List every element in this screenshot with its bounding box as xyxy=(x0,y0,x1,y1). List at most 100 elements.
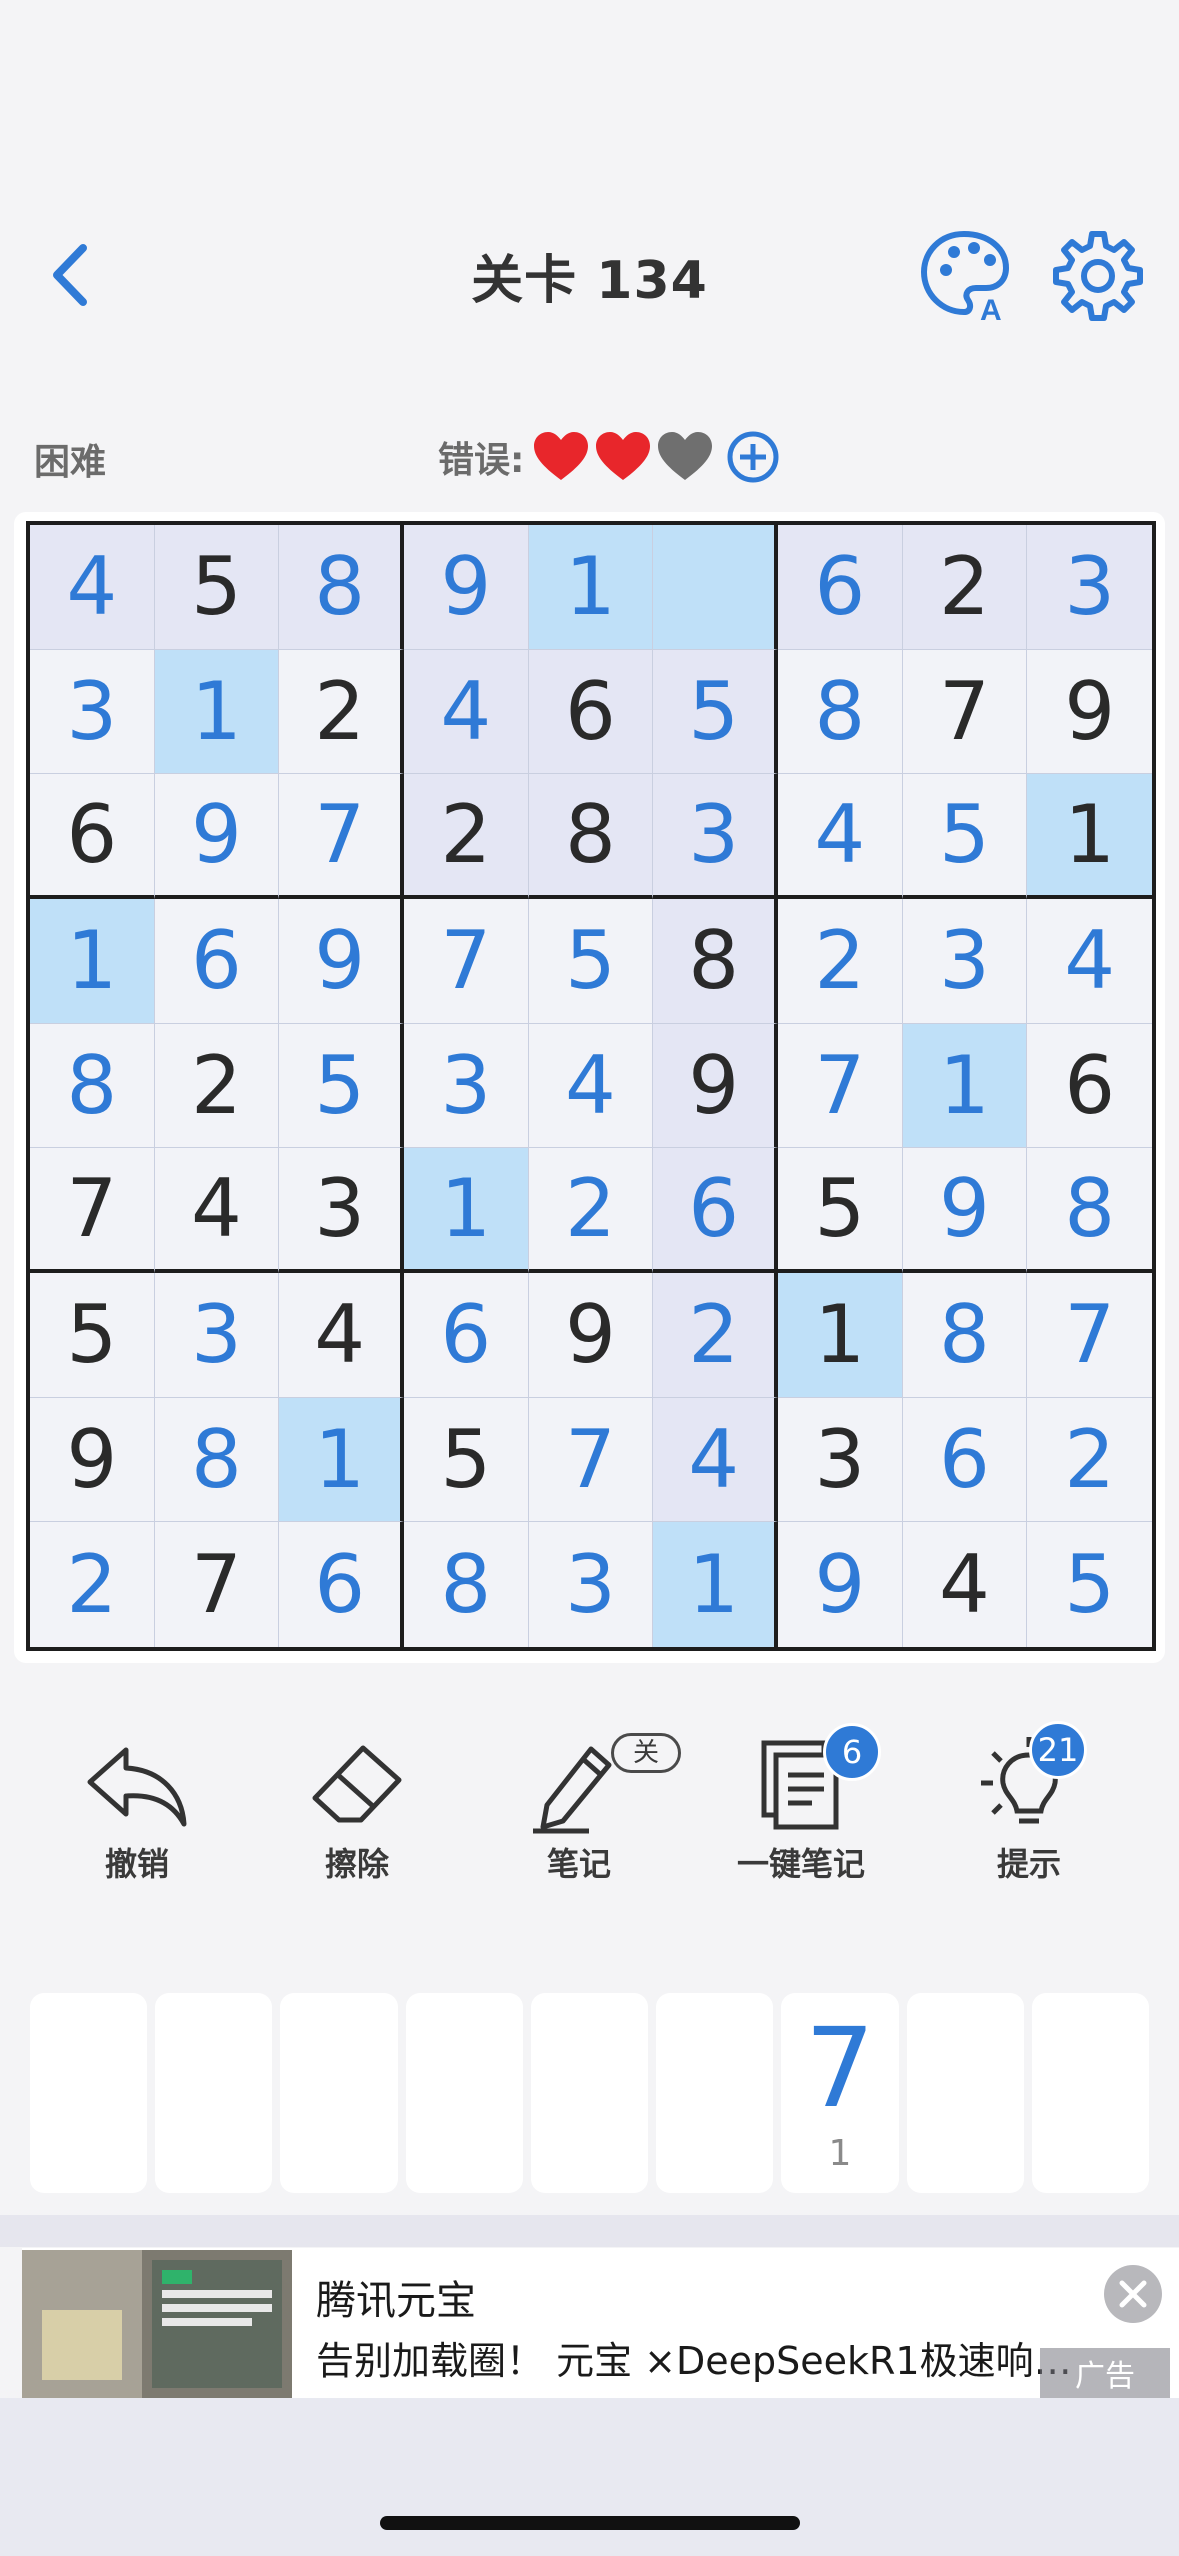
sudoku-cell[interactable]: 8 xyxy=(404,1522,529,1647)
sudoku-cell[interactable]: 8 xyxy=(154,1397,280,1523)
sudoku-cell[interactable]: 4 xyxy=(528,1023,654,1149)
sudoku-cell[interactable]: 2 xyxy=(528,1148,654,1273)
hint-button[interactable]: 21 提示 xyxy=(934,1721,1124,1895)
sudoku-cell[interactable]: 1 xyxy=(777,1272,903,1398)
sudoku-cell[interactable]: 5 xyxy=(528,898,654,1024)
sudoku-cell[interactable] xyxy=(653,525,778,650)
sudoku-cell[interactable]: 7 xyxy=(1027,1273,1152,1398)
numpad-key[interactable] xyxy=(155,1993,273,2193)
sudoku-cell[interactable]: 7 xyxy=(902,649,1028,775)
sudoku-cell[interactable]: 9 xyxy=(403,525,529,650)
sudoku-cell[interactable]: 1 xyxy=(902,1023,1028,1149)
sudoku-cell[interactable]: 4 xyxy=(30,525,155,650)
sudoku-cell[interactable]: 5 xyxy=(653,649,778,775)
sudoku-cell[interactable]: 8 xyxy=(30,1023,155,1149)
sudoku-cell[interactable]: 9 xyxy=(30,1397,155,1523)
sudoku-cell[interactable]: 6 xyxy=(279,1522,404,1647)
sudoku-cell[interactable]: 7 xyxy=(279,774,404,899)
sudoku-cell[interactable]: 4 xyxy=(279,1272,404,1398)
sudoku-cell[interactable]: 4 xyxy=(403,649,529,775)
sudoku-cell[interactable]: 2 xyxy=(653,1272,778,1398)
sudoku-cell[interactable]: 1 xyxy=(279,1397,404,1523)
sudoku-cell[interactable]: 6 xyxy=(653,1148,778,1273)
numpad-key[interactable] xyxy=(405,1993,523,2193)
notes-button[interactable]: 关 笔记 xyxy=(484,1733,681,1895)
sudoku-cell[interactable]: 5 xyxy=(403,1397,529,1523)
sudoku-cell[interactable]: 6 xyxy=(902,1397,1028,1523)
sudoku-cell[interactable]: 3 xyxy=(279,1148,404,1273)
numpad-key[interactable] xyxy=(280,1993,398,2193)
sudoku-cell[interactable]: 5 xyxy=(154,525,280,650)
sudoku-cell[interactable]: 1 xyxy=(403,1148,529,1273)
sudoku-cell[interactable]: 9 xyxy=(778,1522,903,1647)
sudoku-cell[interactable]: 9 xyxy=(1027,650,1152,775)
sudoku-cell[interactable]: 4 xyxy=(1027,899,1152,1024)
numpad-key[interactable] xyxy=(530,1993,649,2193)
sudoku-cell[interactable]: 1 xyxy=(1027,774,1152,899)
sudoku-cell[interactable]: 9 xyxy=(279,898,404,1024)
sudoku-cell[interactable]: 4 xyxy=(903,1522,1028,1647)
numpad-key[interactable]: 71 xyxy=(781,1993,899,2193)
erase-button[interactable]: 擦除 xyxy=(262,1735,452,1895)
sudoku-cell[interactable]: 7 xyxy=(777,1023,903,1149)
sudoku-cell[interactable]: 8 xyxy=(528,774,654,899)
ad-thumbnail[interactable] xyxy=(22,2250,292,2398)
sudoku-cell[interactable]: 3 xyxy=(154,1272,280,1398)
theme-button[interactable]: A xyxy=(918,226,1014,327)
sudoku-cell[interactable]: 3 xyxy=(1027,525,1152,650)
sudoku-cell[interactable]: 6 xyxy=(777,525,903,650)
sudoku-cell[interactable]: 4 xyxy=(777,774,903,899)
sudoku-cell[interactable]: 1 xyxy=(30,898,155,1024)
auto-notes-button[interactable]: 6 一键笔记 xyxy=(706,1723,896,1895)
sudoku-cell[interactable]: 6 xyxy=(30,774,155,899)
sudoku-board[interactable]: 4589162331246587969728345116975823482534… xyxy=(26,521,1156,1651)
sudoku-cell[interactable]: 6 xyxy=(403,1272,529,1398)
sudoku-cell[interactable]: 1 xyxy=(653,1522,778,1647)
sudoku-cell[interactable]: 3 xyxy=(902,898,1028,1024)
sudoku-cell[interactable]: 9 xyxy=(653,1023,778,1149)
sudoku-cell[interactable]: 6 xyxy=(528,649,654,775)
sudoku-cell[interactable]: 2 xyxy=(777,898,903,1024)
sudoku-cell[interactable]: 3 xyxy=(529,1522,654,1647)
sudoku-cell[interactable]: 7 xyxy=(30,1148,155,1273)
sudoku-cell[interactable]: 2 xyxy=(1027,1398,1152,1523)
sudoku-cell[interactable]: 6 xyxy=(154,898,280,1024)
numpad-key[interactable] xyxy=(1031,1993,1149,2193)
ad-close-button[interactable] xyxy=(1104,2265,1162,2323)
numpad-key[interactable] xyxy=(30,1993,148,2193)
sudoku-cell[interactable]: 5 xyxy=(902,774,1028,899)
sudoku-cell[interactable]: 1 xyxy=(154,649,280,775)
sudoku-cell[interactable]: 9 xyxy=(154,774,280,899)
add-life-button[interactable] xyxy=(726,430,780,484)
sudoku-cell[interactable]: 5 xyxy=(777,1148,903,1273)
sudoku-cell[interactable]: 9 xyxy=(528,1272,654,1398)
sudoku-cell[interactable]: 3 xyxy=(30,649,155,775)
sudoku-cell[interactable]: 1 xyxy=(528,525,654,650)
sudoku-cell[interactable]: 8 xyxy=(777,649,903,775)
sudoku-cell[interactable]: 2 xyxy=(902,525,1028,650)
sudoku-cell[interactable]: 8 xyxy=(902,1272,1028,1398)
sudoku-cell[interactable]: 3 xyxy=(777,1397,903,1523)
sudoku-cell[interactable]: 2 xyxy=(279,649,404,775)
sudoku-cell[interactable]: 2 xyxy=(154,1023,280,1149)
sudoku-cell[interactable]: 6 xyxy=(1027,1024,1152,1149)
sudoku-cell[interactable]: 7 xyxy=(155,1522,280,1647)
sudoku-cell[interactable]: 7 xyxy=(528,1397,654,1523)
numpad-key[interactable] xyxy=(906,1993,1024,2193)
numpad-key[interactable] xyxy=(656,1993,774,2193)
sudoku-cell[interactable]: 5 xyxy=(30,1272,155,1398)
sudoku-cell[interactable]: 5 xyxy=(279,1023,404,1149)
sudoku-cell[interactable]: 8 xyxy=(1027,1148,1152,1273)
sudoku-cell[interactable]: 7 xyxy=(403,898,529,1024)
sudoku-cell[interactable]: 2 xyxy=(30,1522,155,1647)
sudoku-cell[interactable]: 5 xyxy=(1027,1522,1152,1647)
sudoku-cell[interactable]: 9 xyxy=(902,1148,1028,1273)
sudoku-cell[interactable]: 4 xyxy=(154,1148,280,1273)
undo-button[interactable]: 撤销 xyxy=(42,1735,232,1895)
sudoku-cell[interactable]: 8 xyxy=(653,898,778,1024)
sudoku-cell[interactable]: 2 xyxy=(403,774,529,899)
sudoku-cell[interactable]: 4 xyxy=(653,1397,778,1523)
settings-button[interactable] xyxy=(1050,226,1146,322)
sudoku-cell[interactable]: 3 xyxy=(653,774,778,899)
sudoku-cell[interactable]: 3 xyxy=(403,1023,529,1149)
